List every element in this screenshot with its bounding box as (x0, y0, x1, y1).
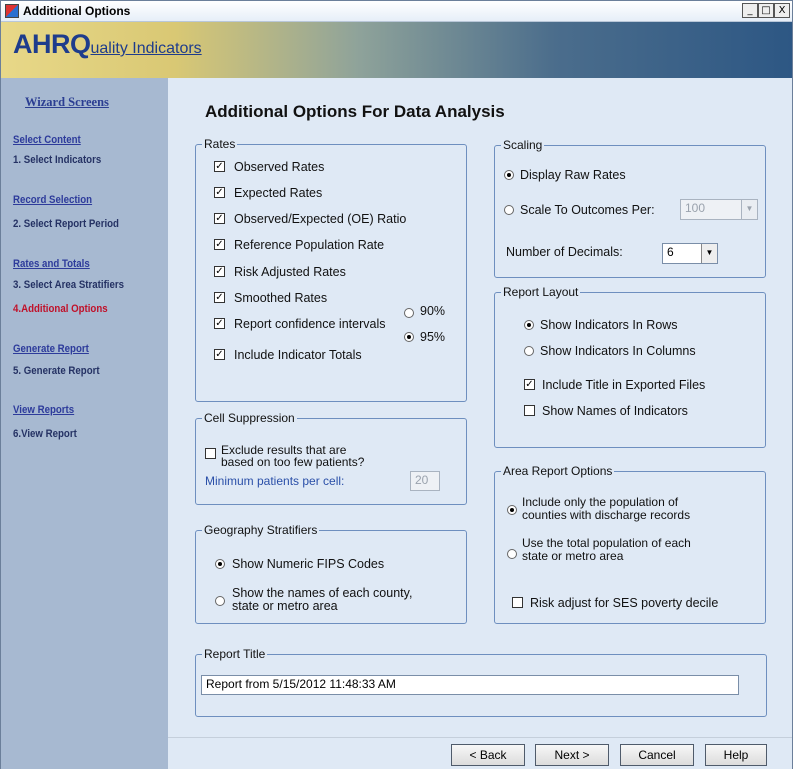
sidebar-heading[interactable]: Wizard Screens (25, 95, 109, 110)
total-population-radio[interactable] (507, 549, 517, 559)
rates-legend: Rates (204, 137, 236, 151)
observed-rates-checkbox[interactable]: ✓ (214, 161, 225, 172)
smoothed-rates-checkbox[interactable]: ✓ (214, 292, 225, 303)
exclude-results-checkbox[interactable] (205, 448, 216, 459)
sidebar-link-view-reports[interactable]: View Reports (13, 404, 74, 416)
reference-population-label: Reference Population Rate (234, 238, 385, 252)
sidebar-step-2[interactable]: 2. Select Report Period (13, 218, 119, 230)
expected-rates-label: Expected Rates (234, 186, 323, 200)
area-report-legend: Area Report Options (503, 464, 613, 478)
title-bar: Additional Options _ □ X (1, 1, 792, 22)
banner: AHRQuality Indicators (1, 22, 792, 78)
window-title: Additional Options (23, 4, 131, 18)
minimize-button[interactable]: _ (742, 3, 758, 18)
sidebar-step-4-active[interactable]: 4.Additional Options (13, 303, 108, 315)
report-title-legend: Report Title (204, 647, 266, 661)
report-layout-legend: Report Layout (503, 285, 579, 299)
cancel-button[interactable]: Cancel (620, 744, 694, 766)
indicators-columns-label: Show Indicators In Columns (540, 344, 696, 358)
chevron-down-icon: ▼ (741, 200, 757, 219)
indicators-columns-radio[interactable] (524, 346, 534, 356)
risk-adjusted-checkbox[interactable]: ✓ (214, 266, 225, 277)
display-raw-label: Display Raw Rates (520, 168, 626, 182)
show-names-label: Show Names of Indicators (542, 404, 688, 418)
next-button[interactable]: Next > (535, 744, 609, 766)
decimals-label: Number of Decimals: (506, 245, 623, 259)
decimals-select[interactable]: 6 ▼ (662, 243, 718, 264)
reference-population-checkbox[interactable]: ✓ (214, 239, 225, 250)
chevron-down-icon: ▼ (701, 244, 717, 263)
main-panel: Additional Options For Data Analysis Rat… (168, 78, 792, 737)
observed-rates-label: Observed Rates (234, 160, 325, 174)
ci-90-label: 90% (420, 304, 446, 318)
indicator-totals-checkbox[interactable]: ✓ (214, 349, 225, 360)
show-names-checkbox[interactable] (524, 405, 535, 416)
footer-sidebar (1, 737, 168, 769)
ci-90-radio[interactable] (404, 308, 414, 318)
confidence-intervals-label: Report confidence intervals (234, 317, 386, 331)
indicators-rows-radio[interactable] (524, 320, 534, 330)
app-icon (5, 4, 19, 18)
oe-ratio-label: Observed/Expected (OE) Ratio (234, 212, 407, 226)
report-layout-group: Report Layout (494, 285, 766, 448)
sidebar-link-select-content[interactable]: Select Content (13, 134, 81, 146)
geography-legend: Geography Stratifiers (204, 523, 318, 537)
county-names-label-2: state or metro area (232, 599, 338, 613)
exclude-results-label-2: based on too few patients? (221, 455, 365, 469)
sidebar-step-6[interactable]: 6.View Report (13, 428, 77, 440)
fips-radio[interactable] (215, 559, 225, 569)
help-button[interactable]: Help (705, 744, 767, 766)
min-patients-input[interactable]: 20 (410, 471, 440, 491)
sidebar-step-3[interactable]: 3. Select Area Stratifiers (13, 279, 124, 291)
scale-outcomes-value: 100 (685, 201, 706, 215)
sidebar-link-record-selection[interactable]: Record Selection (13, 194, 92, 206)
smoothed-rates-label: Smoothed Rates (234, 291, 328, 305)
maximize-button[interactable]: □ (758, 3, 774, 18)
scale-outcomes-radio[interactable] (504, 205, 514, 215)
scaling-legend: Scaling (503, 138, 543, 152)
ahrq-logo: AHRQuality Indicators (13, 29, 202, 59)
footer-bar: < Back Next > Cancel Help (168, 737, 792, 769)
ses-label: Risk adjust for SES poverty decile (530, 596, 719, 610)
close-button[interactable]: X (774, 3, 790, 18)
confidence-intervals-checkbox[interactable]: ✓ (214, 318, 225, 329)
sidebar-link-rates-totals[interactable]: Rates and Totals (13, 258, 90, 270)
total-population-label-2: state or metro area (522, 549, 624, 563)
population-discharge-label-1: Include only the population of (522, 495, 679, 509)
indicator-totals-label: Include Indicator Totals (234, 348, 362, 362)
min-patients-label: Minimum patients per cell: (205, 474, 345, 488)
scale-outcomes-select[interactable]: 100 ▼ (680, 199, 758, 220)
scale-outcomes-label: Scale To Outcomes Per: (520, 203, 655, 217)
back-button[interactable]: < Back (451, 744, 525, 766)
window: Additional Options _ □ X AHRQuality Indi… (0, 0, 793, 769)
risk-adjusted-label: Risk Adjusted Rates (234, 265, 346, 279)
ci-95-radio[interactable] (404, 332, 414, 342)
total-population-label-1: Use the total population of each (522, 536, 691, 550)
report-title-input[interactable]: Report from 5/15/2012 11:48:33 AM (201, 675, 739, 695)
county-names-label-1: Show the names of each county, (232, 586, 413, 600)
cell-suppression-legend: Cell Suppression (204, 411, 295, 425)
ci-95-label: 95% (420, 330, 446, 344)
fips-label: Show Numeric FIPS Codes (232, 557, 385, 571)
sidebar-link-generate-report[interactable]: Generate Report (13, 343, 89, 355)
population-discharge-label-2: counties with discharge records (522, 508, 691, 522)
sidebar-step-5[interactable]: 5. Generate Report (13, 365, 100, 377)
oe-ratio-checkbox[interactable]: ✓ (214, 213, 225, 224)
ses-checkbox[interactable] (512, 597, 523, 608)
sidebar-step-1[interactable]: 1. Select Indicators (13, 154, 101, 166)
display-raw-radio[interactable] (504, 170, 514, 180)
page-title: Additional Options For Data Analysis (205, 102, 505, 121)
include-title-label: Include Title in Exported Files (542, 378, 706, 392)
decimals-value: 6 (667, 245, 674, 259)
include-title-checkbox[interactable]: ✓ (524, 379, 535, 390)
expected-rates-checkbox[interactable]: ✓ (214, 187, 225, 198)
population-discharge-radio[interactable] (507, 505, 517, 515)
county-names-radio[interactable] (215, 596, 225, 606)
wizard-sidebar: Wizard Screens Select Content 1. Select … (1, 78, 168, 737)
indicators-rows-label: Show Indicators In Rows (540, 318, 678, 332)
